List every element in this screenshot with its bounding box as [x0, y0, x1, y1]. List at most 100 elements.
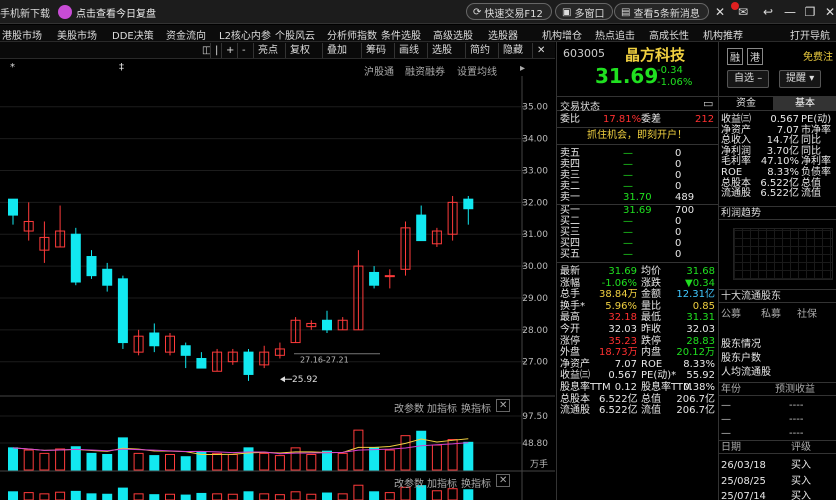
menu-advanced[interactable]: 高级选股 — [433, 27, 473, 42]
forecast-value: ---- — [789, 428, 804, 439]
menu-condition[interactable]: 条件选股 — [381, 27, 421, 42]
chips-button[interactable]: 筹码 — [361, 43, 390, 58]
bottom-swap-indicator[interactable]: 换指标 — [461, 475, 491, 490]
sell-level[interactable]: 卖三 — 0 — [557, 170, 719, 181]
menu-inst-add[interactable]: 机构增仓 — [542, 27, 582, 42]
candle-down — [196, 358, 207, 369]
buy-level[interactable]: 买三 — 0 — [557, 227, 719, 238]
level-label: 买五 — [560, 249, 580, 260]
stat-label: 流值 — [641, 405, 661, 417]
bottom-edit-params[interactable]: 改参数 — [394, 475, 424, 490]
indicator-bar — [165, 493, 175, 500]
menu-hk-market[interactable]: 港股市场 — [2, 27, 42, 42]
menu-open-nav[interactable]: 打开导航 — [790, 27, 830, 42]
close-icon[interactable]: ✕ — [822, 4, 836, 20]
menu-stock-news[interactable]: 个股风云 — [275, 27, 315, 42]
mobile-download-link[interactable]: 手机新下载 — [0, 5, 50, 20]
adjust-button[interactable]: 复权 — [285, 43, 314, 58]
buy-level[interactable]: 买一 31.69 700 — [557, 205, 719, 216]
stat-row: 流通股 6.522亿 流值 206.7亿 — [557, 405, 719, 416]
bottom-add-indicator[interactable]: 加指标 — [427, 475, 457, 490]
daily-review-promo[interactable]: 点击查看今日复盘 — [58, 3, 156, 21]
rating-row[interactable]: 25/07/14 买入 — [719, 491, 836, 500]
menu-us-market[interactable]: 美股市场 — [57, 27, 97, 42]
add-watchlist-button[interactable]: 自选 – — [727, 70, 770, 88]
draw-line-button[interactable]: 画线 — [394, 43, 423, 58]
level-label: 买四 — [560, 238, 580, 249]
fund-label: 总收入 — [721, 135, 751, 147]
trade-status-label: 交易状态 — [560, 102, 600, 113]
settings-arrow-icon[interactable]: ▸ — [520, 63, 525, 74]
quick-trade-button[interactable]: ⟳ 快速交易F12 — [466, 3, 552, 20]
volume-bar-down — [243, 447, 254, 471]
stat-label: 金额 — [641, 289, 661, 301]
sell-level[interactable]: 卖四 — 0 — [557, 159, 719, 170]
promo-row[interactable]: 抓住机会，即刻开户！ — [557, 130, 719, 141]
overlay-button[interactable]: 叠加 — [322, 43, 351, 58]
caret-down-icon: ▾ — [809, 73, 815, 84]
trade-status-header: 交易状态 ▭ — [557, 96, 719, 113]
trade-status-close-icon[interactable]: ▭ — [703, 97, 713, 110]
highlight-button[interactable]: 亮点 — [253, 43, 282, 58]
avg-float-per-holder: 人均流通股 — [721, 367, 771, 378]
volume-bar-up — [400, 435, 411, 471]
bottom-close-icon[interactable]: ✕ — [496, 474, 511, 487]
level-price: — — [623, 181, 633, 192]
zoom-out-button[interactable]: - — [237, 43, 250, 58]
buy-level[interactable]: 买二 — 0 — [557, 216, 719, 227]
candle-down — [70, 233, 81, 283]
vol-add-indicator[interactable]: 加指标 — [427, 400, 457, 415]
stat-value: 32.03 — [608, 324, 637, 335]
menu-inst-rec[interactable]: 机构推荐 — [703, 27, 743, 42]
hide-button[interactable]: 隐藏 — [498, 43, 527, 58]
free-register-link[interactable]: 免费注 — [803, 48, 833, 63]
minimize-icon[interactable]: — — [782, 4, 798, 20]
kline-chart[interactable]: 35.00 34.00 33.00 32.00 31.00 30.00 29.00 28.00… — [0, 76, 555, 500]
stat-row: 净资产 7.07 ROE 8.33% — [557, 359, 719, 370]
alert-button[interactable]: 提醒 ▾ — [779, 70, 822, 88]
fund-label: 流通股 — [721, 188, 751, 200]
daily-review-text: 点击查看今日复盘 — [76, 8, 156, 20]
zoom-in-button[interactable]: + — [221, 43, 238, 58]
change-value: -0.34 — [657, 65, 683, 76]
close-news-icon[interactable]: ✕ — [712, 4, 728, 20]
menu-hot[interactable]: 热点追击 — [595, 27, 635, 42]
simple-button[interactable]: 简约 — [465, 43, 494, 58]
stat-label: 涨跌 — [641, 277, 661, 289]
stat-value: 32.03 — [686, 324, 715, 335]
pick-stock-button[interactable]: 选股 — [427, 43, 456, 58]
vol-edit-params[interactable]: 改参数 — [394, 400, 424, 415]
forecast-header: 年份 预测收益 — [719, 382, 836, 396]
news-button[interactable]: ▤ 查看5条新消息 — [614, 3, 709, 20]
restore-icon[interactable]: ❐ — [802, 4, 818, 20]
close-chart-icon[interactable]: ✕ — [532, 43, 549, 58]
tab-funds[interactable]: 资金 — [719, 97, 773, 110]
sell-level[interactable]: 卖一 31.70 489 — [557, 192, 719, 203]
buy-level[interactable]: 买四 — 0 — [557, 238, 719, 249]
sell-level[interactable]: 卖五 — 0 — [557, 148, 719, 159]
open-account-promo[interactable]: 抓住机会，即刻开户！ — [587, 130, 687, 141]
back-icon[interactable]: ↩ — [760, 4, 776, 20]
level-label: 买一 — [560, 205, 580, 216]
menu-growth[interactable]: 高成长性 — [649, 27, 689, 42]
menu-fund-flow[interactable]: 资金流向 — [166, 27, 206, 42]
stat-row: 最高 32.18 最低 31.31 — [557, 312, 719, 323]
volume-bar-up — [23, 449, 34, 471]
rating-row[interactable]: 25/08/25 买入 — [719, 476, 836, 487]
buy-level[interactable]: 买五 — 0 — [557, 249, 719, 260]
menu-picker[interactable]: 选股器 — [488, 27, 518, 42]
rating-value: 买入 — [791, 460, 811, 471]
tab-basic[interactable]: 基本 — [773, 97, 836, 110]
stat-value: 206.7亿 — [676, 405, 715, 417]
sell-level[interactable]: 卖二 — 0 — [557, 181, 719, 192]
rating-row[interactable]: 26/03/18 买入 — [719, 460, 836, 471]
menu-analyst-index[interactable]: 分析师指数 — [327, 27, 377, 42]
vol-swap-indicator[interactable]: 换指标 — [461, 400, 491, 415]
menu-l2[interactable]: L2核心内参 — [219, 27, 271, 42]
vol-close-icon[interactable]: ✕ — [496, 399, 511, 412]
level-label: 卖五 — [560, 148, 580, 159]
multi-window-button[interactable]: ▣ 多窗口 — [555, 3, 614, 20]
stat-row: 今开 32.03 昨收 32.03 — [557, 324, 719, 335]
menu-dde[interactable]: DDE决策 — [112, 27, 154, 42]
level-volume: 0 — [675, 227, 682, 238]
